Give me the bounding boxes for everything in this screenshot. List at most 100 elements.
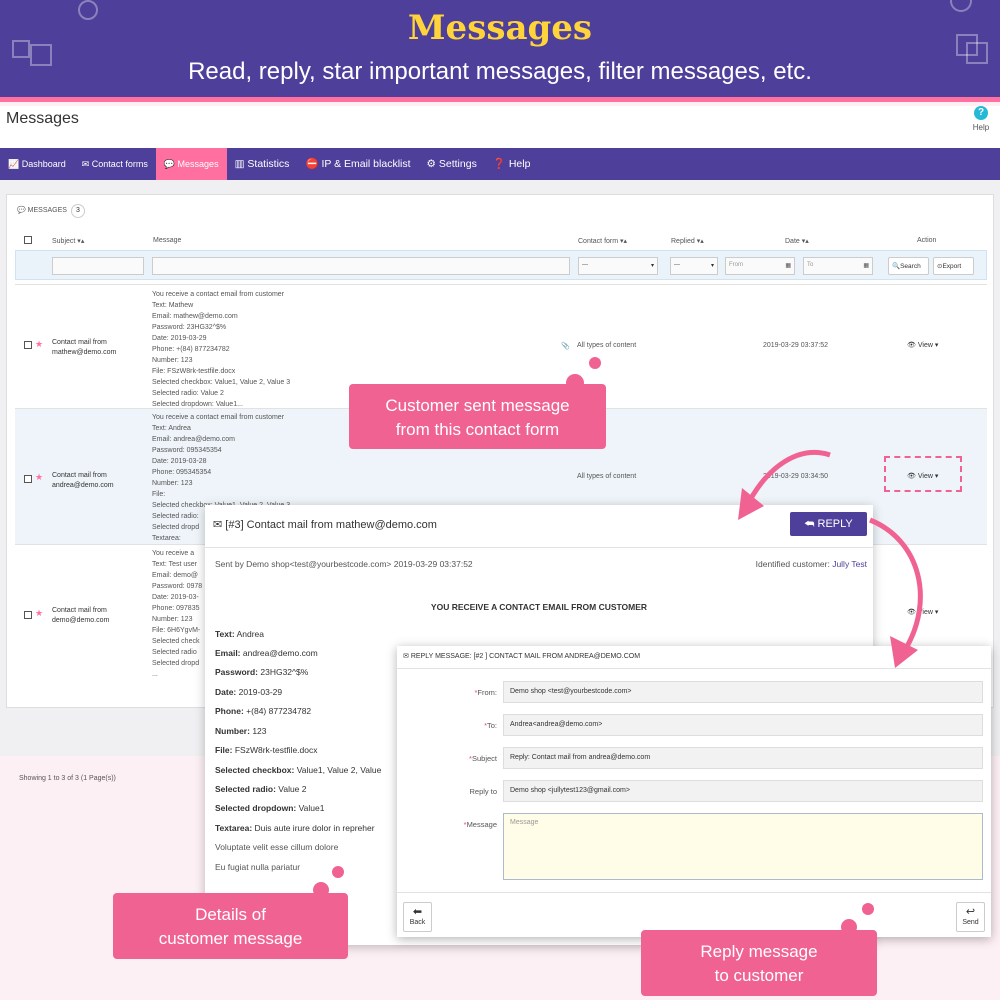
filter-row: --- ▾ --- ▾ From ▦ To ▦ 🔍Search ⊙Export bbox=[15, 250, 987, 280]
row-contact-form: All types of content bbox=[577, 473, 637, 480]
message-textarea[interactable]: Message bbox=[503, 813, 983, 880]
search-button[interactable]: 🔍Search bbox=[888, 257, 929, 275]
detail-field: File: FSzW8rk-testfile.docx bbox=[215, 745, 318, 755]
reply-message-modal: ✉ REPLY MESSAGE: [#2 ] CONTACT MAIL FROM… bbox=[397, 646, 991, 937]
reply-modal-title: ✉ REPLY MESSAGE: [#2 ] CONTACT MAIL FROM… bbox=[403, 653, 641, 660]
star-icon[interactable]: ★ bbox=[35, 609, 43, 618]
detail-field: Text: Andrea bbox=[215, 629, 264, 639]
search-icon: 🔍 bbox=[892, 263, 901, 270]
detail-field: Selected dropdown: Value1 bbox=[215, 803, 325, 813]
envelope-icon: ✉ bbox=[213, 519, 223, 531]
tab-dashboard[interactable]: 📈 Dashboard bbox=[0, 148, 74, 180]
send-button[interactable]: ↩ Send bbox=[956, 902, 985, 932]
to-label: *To: bbox=[484, 721, 497, 730]
detail-field: Phone: +(84) 877234782 bbox=[215, 706, 312, 716]
view-button[interactable]: 👁 View ▾ bbox=[907, 608, 938, 616]
user-block-icon: ⛔ bbox=[305, 158, 322, 170]
contact-form-filter-select[interactable]: --- ▾ bbox=[578, 257, 658, 275]
page-header: Messages ? Help bbox=[0, 106, 1000, 148]
row-checkbox[interactable] bbox=[24, 475, 32, 483]
reply-icon: ⮪ bbox=[804, 518, 815, 530]
detail-field: Password: 23HG32^$% bbox=[215, 667, 309, 677]
from-label: *From: bbox=[474, 688, 497, 697]
tab-messages[interactable]: 💬 Messages bbox=[155, 148, 227, 180]
message-count-badge: 3 bbox=[70, 204, 85, 218]
detail-extra-line: Voluptate velit esse cillum dolore bbox=[215, 842, 339, 852]
card-title: MESSAGES bbox=[27, 207, 67, 214]
select-all-checkbox[interactable] bbox=[24, 236, 32, 244]
tab-settings[interactable]: ⚙ Settings bbox=[419, 148, 485, 180]
promo-banner: Messages Read, reply, star important mes… bbox=[0, 0, 1000, 102]
chart-area-icon: 📈 bbox=[8, 159, 22, 169]
view-button[interactable]: 👁 View ▾ bbox=[907, 341, 938, 349]
subject-field[interactable]: Reply: Contact mail from andrea@demo.com bbox=[503, 747, 983, 769]
row-subject[interactable]: Contact mail from mathew@demo.com bbox=[52, 338, 116, 358]
row-date: 2019-03-29 03:37:52 bbox=[763, 342, 828, 349]
column-message: Message bbox=[153, 237, 182, 244]
help-button[interactable]: ? Help bbox=[968, 106, 994, 132]
detail-field: Email: andrea@demo.com bbox=[215, 648, 318, 658]
star-icon[interactable]: ★ bbox=[35, 340, 43, 349]
callout-dot bbox=[332, 866, 344, 878]
customer-link[interactable]: Jully Test bbox=[832, 559, 867, 569]
column-replied[interactable]: Replied ▾▴ bbox=[671, 237, 704, 245]
tab-contact-forms[interactable]: ✉ Contact forms bbox=[74, 148, 156, 180]
comments-icon: 💬 bbox=[163, 159, 178, 169]
tab-statistics[interactable]: ▥ Statistics bbox=[227, 148, 298, 180]
tab-ip-email-blacklist[interactable]: ⛔ IP & Email blacklist bbox=[297, 148, 418, 180]
detail-field: Date: 2019-03-29 bbox=[215, 687, 283, 697]
row-message: You receive a contact email from custome… bbox=[152, 291, 291, 408]
callout-dot bbox=[589, 357, 601, 369]
detail-field: Textarea: Duis aute irure dolor in repre… bbox=[215, 823, 375, 833]
page-title: Messages bbox=[6, 110, 79, 127]
banner-title: Messages bbox=[407, 8, 593, 48]
comments-icon: 💬 bbox=[17, 207, 28, 214]
row-date: 2019-03-29 03:34:50 bbox=[763, 473, 828, 480]
callout-contact-form: Customer sent message from this contact f… bbox=[349, 384, 606, 449]
to-field[interactable]: Andrea<andrea@demo.com> bbox=[503, 714, 983, 736]
chevron-down-icon: ▾ bbox=[650, 263, 654, 269]
reply-to-label: Reply to bbox=[469, 787, 497, 796]
divider bbox=[205, 547, 873, 548]
row-checkbox[interactable] bbox=[24, 611, 32, 619]
eye-icon: 👁 bbox=[907, 609, 916, 616]
envelope-icon: ✉ bbox=[403, 653, 409, 660]
subject-filter-input[interactable] bbox=[52, 257, 144, 275]
date-to-input[interactable]: To ▦ bbox=[803, 257, 873, 275]
star-icon[interactable]: ★ bbox=[35, 473, 43, 482]
column-subject[interactable]: Subject ▾▴ bbox=[52, 237, 84, 245]
column-date[interactable]: Date ▾▴ bbox=[785, 237, 809, 245]
callout-dot bbox=[862, 903, 874, 915]
divider bbox=[397, 668, 991, 669]
from-field[interactable]: Demo shop <test@yourbestcode.com> bbox=[503, 681, 983, 703]
sent-by-info: Sent by Demo shop<test@yourbestcode.com>… bbox=[215, 559, 473, 569]
column-action: Action bbox=[917, 237, 937, 244]
tab-navigation: 📈 Dashboard ✉ Contact forms 💬 Messages ▥… bbox=[0, 148, 1000, 180]
reply-button[interactable]: ⮪ REPLY bbox=[790, 512, 867, 536]
view-highlight bbox=[884, 456, 962, 492]
calendar-icon: ▦ bbox=[785, 263, 791, 269]
divider bbox=[397, 892, 991, 893]
reply-to-field[interactable]: Demo shop <jullytest123@gmail.com> bbox=[503, 780, 983, 802]
column-contact-form[interactable]: Contact form ▾▴ bbox=[578, 237, 627, 245]
card-header: 💬 MESSAGES 3 bbox=[17, 204, 85, 218]
eye-icon: 👁 bbox=[907, 342, 916, 349]
date-from-input[interactable]: From ▦ bbox=[725, 257, 795, 275]
back-arrow-icon: ⬅ bbox=[412, 906, 423, 918]
calendar-icon: ▦ bbox=[863, 263, 869, 269]
replied-filter-select[interactable]: --- ▾ bbox=[670, 257, 718, 275]
modal-title: ✉ [#3] Contact mail from mathew@demo.com bbox=[213, 519, 437, 531]
row-message: You receive a Text: Test user Email: demo@… bbox=[152, 550, 203, 678]
row-subject[interactable]: Contact mail from andrea@demo.com bbox=[52, 471, 114, 491]
row-subject[interactable]: Contact mail from demo@demo.com bbox=[52, 606, 109, 626]
message-filter-input[interactable] bbox=[152, 257, 570, 275]
tab-help[interactable]: ❓ Help bbox=[485, 148, 539, 180]
callout-reply: Reply message to customer bbox=[641, 930, 877, 996]
row-checkbox[interactable] bbox=[24, 341, 32, 349]
banner-subtitle: Read, reply, star important messages, fi… bbox=[188, 58, 812, 85]
detail-field: Selected checkbox: Value1, Value 2, Valu… bbox=[215, 765, 382, 775]
export-button[interactable]: ⊙Export bbox=[933, 257, 974, 275]
pagination-info: Showing 1 to 3 of 3 (1 Page(s)) bbox=[19, 775, 116, 782]
back-button[interactable]: ⬅ Back bbox=[403, 902, 432, 932]
chevron-down-icon: ▾ bbox=[710, 263, 714, 269]
